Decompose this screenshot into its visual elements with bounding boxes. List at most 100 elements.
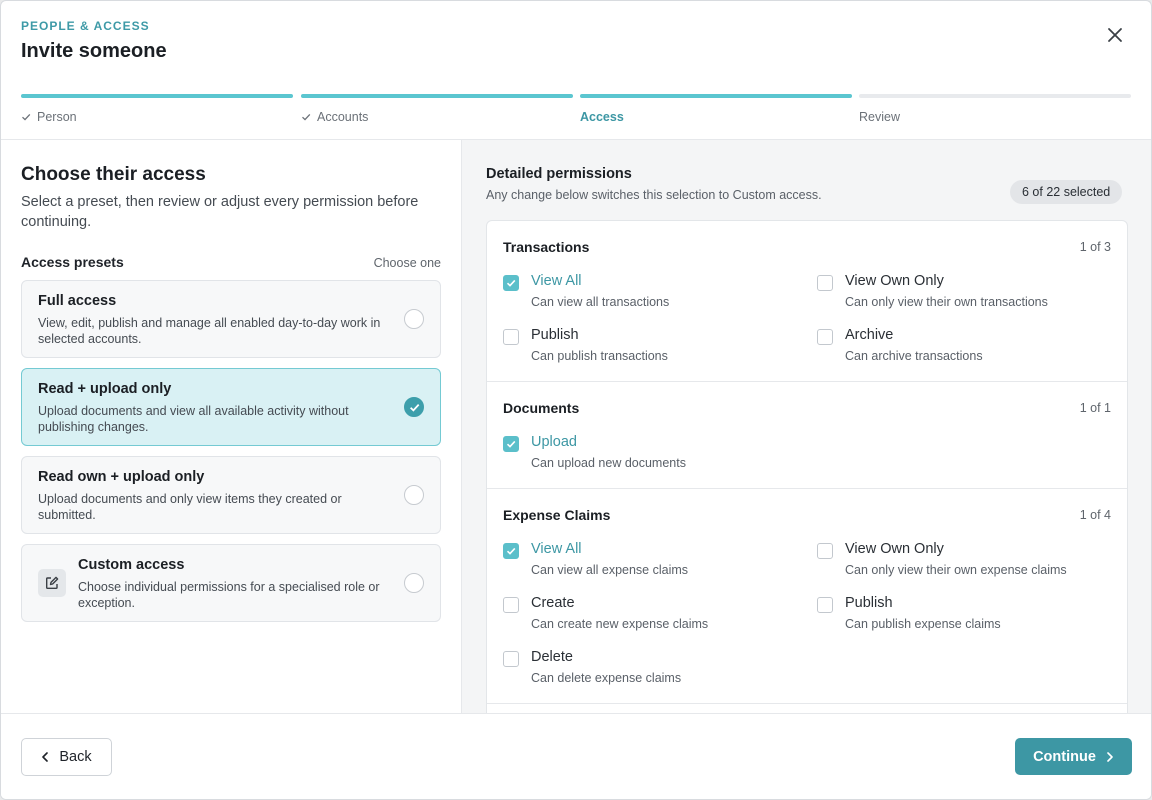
group-count: 1 of 3 [1079,240,1111,254]
preset-full-access[interactable]: Full access View, edit, publish and mana… [21,280,441,358]
preset-title: Full access [38,293,117,309]
section-eyebrow: PEOPLE & ACCESS [21,19,150,33]
permission-name: View All [531,273,582,289]
permission-transactions-archive[interactable]: Archive Can archive transactions [817,327,1107,367]
permission-description: Can upload new documents [531,456,686,470]
permission-transactions-view-own-only[interactable]: View Own Only Can only view their own tr… [817,273,1107,313]
panel-description: Select a preset, then review or adjust e… [21,194,419,230]
detailed-permissions-panel: Detailed permissions Any change below sw… [462,140,1151,713]
step-accounts[interactable]: Accounts [301,94,573,124]
preset-description: Choose individual permissions for a spec… [78,580,380,610]
preset-read-upload-only[interactable]: Read + upload only Upload documents and … [21,368,441,446]
check-icon [506,279,516,287]
preset-radio[interactable] [404,485,424,505]
step-progress-bar [580,94,852,98]
step-progress-bar [21,94,293,98]
permission-description: Can view all transactions [531,295,670,309]
step-progress-bar [859,94,1131,98]
access-presets-panel: Choose their access Select a preset, the… [1,140,462,713]
checkbox[interactable] [503,436,519,452]
permission-transactions-view-all[interactable]: View All Can view all transactions [503,273,793,313]
group-count: 1 of 4 [1079,508,1111,522]
preset-description: View, edit, publish and manage all enabl… [38,316,381,346]
permissions-subtitle: Any change below switches this selection… [486,188,822,202]
checkbox[interactable] [817,543,833,559]
permission-description: Can delete expense claims [531,671,682,685]
presets-hint: Choose one [373,256,441,270]
check-icon [409,403,419,412]
panel-heading: Choose their access [21,164,206,185]
close-icon [1108,28,1122,42]
permission-name: View All [531,541,582,557]
permission-name: View Own Only [845,541,944,557]
preset-title: Custom access [78,557,185,573]
permission-description: Can archive transactions [845,349,983,363]
invite-modal: PEOPLE & ACCESS Invite someone Person Ac… [0,0,1152,800]
permission-description: Can only view their own expense claims [845,563,1067,577]
group-transactions: Transactions 1 of 3 View All Can view al… [487,221,1127,382]
step-label: Access [580,110,624,124]
modal-header: PEOPLE & ACCESS Invite someone Person Ac… [1,1,1151,140]
preset-title: Read own + upload only [38,469,205,485]
permission-expense-view-all[interactable]: View All Can view all expense claims [503,541,793,581]
permission-name: Archive [845,327,894,343]
step-access[interactable]: Access [580,94,852,124]
checkbox[interactable] [503,329,519,345]
permission-name: Delete [531,649,573,665]
check-icon [302,113,311,121]
checkbox[interactable] [817,597,833,613]
permissions-title: Detailed permissions [486,166,632,182]
permission-description: Can view all expense claims [531,563,689,577]
continue-button[interactable]: Continue [1015,738,1132,775]
permission-documents-upload[interactable]: Upload Can upload new documents [503,434,793,474]
preset-radio[interactable] [404,309,424,329]
permission-name: Publish [845,595,893,611]
permission-name: Create [531,595,575,611]
permission-description: Can publish expense claims [845,617,1001,631]
group-documents: Documents 1 of 1 Upload Can upload new d… [487,382,1127,489]
checkbox[interactable] [503,275,519,291]
group-expense-claims: Expense Claims 1 of 4 View All Can view … [487,489,1127,704]
chevron-right-icon [1107,751,1113,762]
permission-expense-delete[interactable]: Delete Can delete expense claims [503,649,793,689]
preset-radio[interactable] [404,397,424,417]
preset-radio[interactable] [404,573,424,593]
chevron-left-icon [42,752,49,762]
close-button[interactable] [1101,21,1129,49]
checkbox[interactable] [503,597,519,613]
checkbox[interactable] [817,329,833,345]
permission-description: Can only view their own transactions [845,295,1048,309]
modal-footer: Back Continue [1,713,1151,799]
edit-icon [38,569,66,597]
preset-custom-access[interactable]: Custom access Choose individual permissi… [21,544,441,622]
group-title: Transactions [503,239,590,255]
checkbox[interactable] [817,275,833,291]
back-button[interactable]: Back [21,738,112,776]
group-count: 1 of 1 [1079,401,1111,415]
preset-description: Upload documents and only view items the… [38,492,342,522]
step-person[interactable]: Person [21,94,293,124]
back-label: Back [59,749,92,765]
preset-title: Read + upload only [38,381,172,397]
preset-description: Upload documents and view all available … [38,404,349,434]
checkbox[interactable] [503,651,519,667]
permission-description: Can publish transactions [531,349,668,363]
step-label: Review [859,110,900,124]
check-icon [506,440,516,448]
selected-count-badge: 6 of 22 selected [1010,180,1123,204]
preset-read-own-upload-only[interactable]: Read own + upload only Upload documents … [21,456,441,534]
permission-description: Can create new expense claims [531,617,709,631]
permission-name: View Own Only [845,273,944,289]
permission-expense-publish[interactable]: Publish Can publish expense claims [817,595,1107,635]
permission-expense-create[interactable]: Create Can create new expense claims [503,595,793,635]
continue-label: Continue [1033,748,1096,765]
step-review[interactable]: Review [859,94,1131,124]
check-icon [506,547,516,555]
permission-expense-view-own-only[interactable]: View Own Only Can only view their own ex… [817,541,1107,581]
presets-title: Access presets [21,254,124,270]
checkbox[interactable] [503,543,519,559]
step-progress-bar [301,94,573,98]
step-label: Person [37,110,77,124]
permission-transactions-publish[interactable]: Publish Can publish transactions [503,327,793,367]
permission-groups[interactable]: Transactions 1 of 3 View All Can view al… [486,220,1128,713]
